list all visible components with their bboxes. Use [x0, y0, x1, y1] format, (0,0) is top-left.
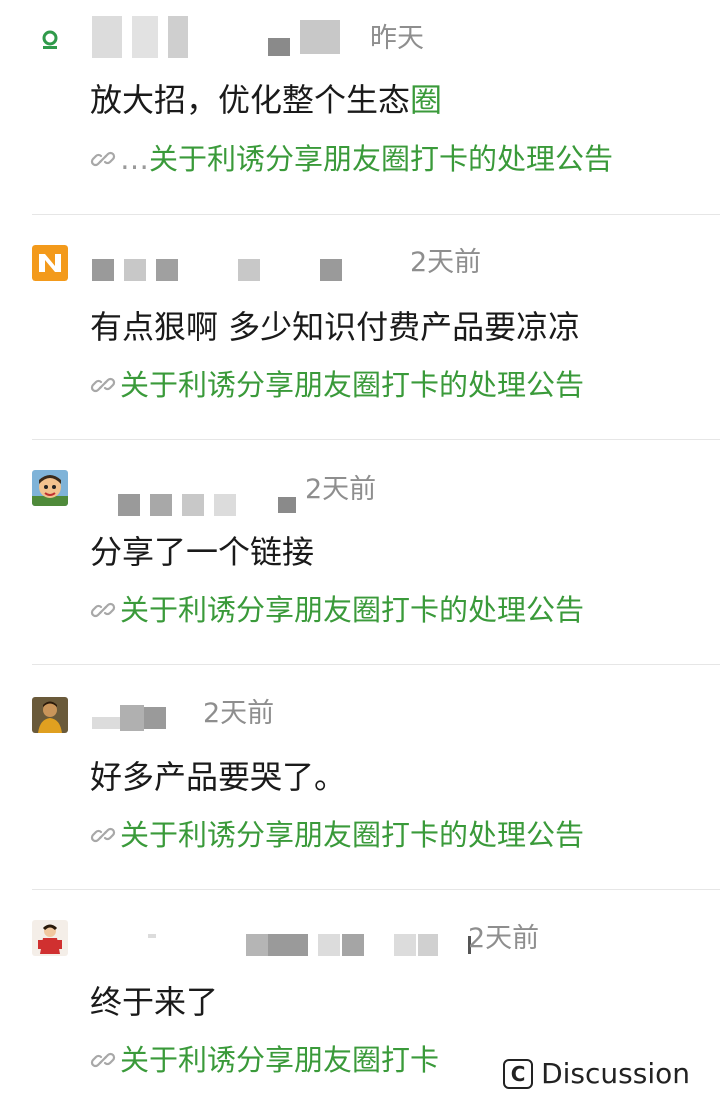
comment-text: 有点狠啊 多少知识付费产品要凉凉	[90, 308, 581, 346]
comment-text: 终于来了	[90, 983, 219, 1021]
shared-link[interactable]: 关于利诱分享朋友圈打卡的处理公告	[90, 817, 584, 853]
shared-link[interactable]: … 关于利诱分享朋友圈打卡的处理公告	[90, 141, 613, 177]
avatar[interactable]	[32, 22, 68, 58]
moments-comment-feed: 昨天 放大招，优化整个生态圈 … 关于利诱分享朋友圈打卡的处理公告 2天前 有点…	[0, 0, 720, 1106]
shared-link[interactable]: 关于利诱分享朋友圈打卡	[90, 1042, 439, 1078]
comment-highlight: 圈	[410, 81, 443, 119]
link-icon	[90, 377, 116, 393]
feed-item: 2天前 分享了一个链接 关于利诱分享朋友圈打卡的处理公告	[0, 440, 720, 665]
link-title: 关于利诱分享朋友圈打卡的处理公告	[149, 142, 614, 176]
post-time: 2天前	[410, 247, 482, 278]
comment-text: 好多产品要哭了。	[90, 758, 347, 796]
orange-n-logo-icon	[32, 245, 68, 281]
link-icon	[90, 1052, 116, 1068]
avatar[interactable]	[32, 470, 68, 506]
feed-item: 昨天 放大招，优化整个生态圈 … 关于利诱分享朋友圈打卡的处理公告	[0, 0, 720, 215]
comment-text: 放大招，优化整个生态圈	[90, 80, 442, 120]
avatar[interactable]	[32, 245, 68, 281]
username-redacted[interactable]	[92, 255, 342, 285]
link-title: 关于利诱分享朋友圈打卡的处理公告	[120, 368, 585, 402]
link-title: 关于利诱分享朋友圈打卡	[120, 1043, 440, 1077]
person-photo-avatar	[32, 697, 68, 733]
red-figure-avatar	[32, 920, 68, 956]
post-time: 2天前	[468, 923, 540, 954]
username-redacted[interactable]	[148, 930, 471, 960]
shared-link[interactable]: 关于利诱分享朋友圈打卡的处理公告	[90, 592, 584, 628]
link-ellipsis: …	[120, 142, 149, 176]
username-redacted[interactable]	[118, 490, 296, 520]
post-time: 2天前	[203, 698, 275, 729]
feed-item: 2天前 有点狠啊 多少知识付费产品要凉凉 关于利诱分享朋友圈打卡的处理公告	[0, 215, 720, 440]
username-redacted[interactable]	[92, 16, 340, 58]
post-time: 2天前	[305, 474, 377, 505]
avatar[interactable]	[32, 920, 68, 956]
green-app-logo-icon	[32, 22, 68, 58]
c-letter-icon: C	[503, 1058, 534, 1089]
username-redacted[interactable]	[92, 703, 166, 733]
link-icon	[90, 151, 116, 167]
feed-item: 2天前 好多产品要哭了。 关于利诱分享朋友圈打卡的处理公告	[0, 665, 720, 890]
avatar[interactable]	[32, 697, 68, 733]
discussion-watermark: C Discussion	[499, 1055, 694, 1092]
link-title: 关于利诱分享朋友圈打卡的处理公告	[120, 818, 585, 852]
cartoon-face-avatar	[32, 470, 68, 506]
link-title: 关于利诱分享朋友圈打卡的处理公告	[120, 593, 585, 627]
shared-link[interactable]: 关于利诱分享朋友圈打卡的处理公告	[90, 367, 584, 403]
watermark-label: Discussion	[541, 1057, 690, 1090]
link-icon	[90, 602, 116, 618]
link-icon	[90, 827, 116, 843]
comment-text: 分享了一个链接	[90, 533, 315, 571]
comment-main: 放大招，优化整个生态	[90, 81, 411, 119]
post-time: 昨天	[370, 23, 424, 54]
